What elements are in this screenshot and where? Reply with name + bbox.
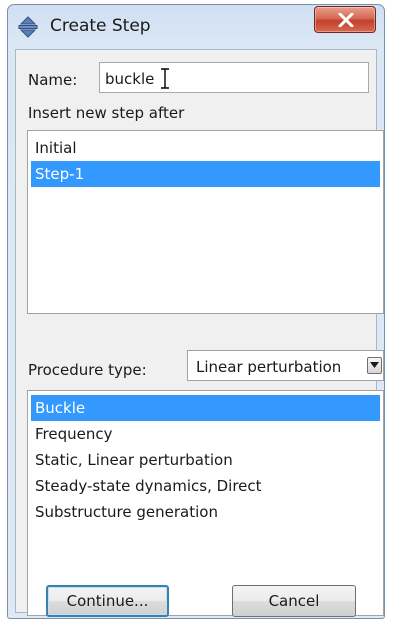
create-step-dialog: Create Step Name: buckle Insert new step…: [7, 4, 385, 619]
insert-after-label: Insert new step after: [28, 104, 185, 122]
dialog-title: Create Step: [50, 16, 151, 36]
dropdown-button[interactable]: [367, 357, 382, 374]
step-item-initial[interactable]: Initial: [31, 135, 380, 161]
create-step-icon: [17, 16, 39, 38]
name-input[interactable]: buckle: [99, 62, 369, 93]
cancel-button[interactable]: Cancel: [232, 585, 356, 617]
title-bar[interactable]: Create Step: [8, 5, 384, 49]
procedure-type-value: Linear perturbation: [196, 358, 342, 376]
procedure-item-buckle[interactable]: Buckle: [31, 395, 380, 421]
steps-listbox[interactable]: Initial Step-1: [27, 130, 384, 314]
procedure-type-label: Procedure type:: [28, 361, 147, 379]
procedure-item-static-linear[interactable]: Static, Linear perturbation: [31, 447, 380, 473]
name-input-value: buckle: [105, 70, 155, 88]
chevron-down-icon: [370, 362, 379, 368]
name-label: Name:: [28, 71, 78, 89]
text-cursor-icon: [161, 68, 169, 89]
procedure-listbox[interactable]: Buckle Frequency Static, Linear perturba…: [27, 390, 384, 616]
procedure-item-substructure[interactable]: Substructure generation: [31, 499, 380, 525]
dialog-body: Name: buckle Insert new step after Initi…: [15, 49, 384, 616]
procedure-type-select[interactable]: Linear perturbation: [187, 350, 384, 381]
close-button[interactable]: [314, 6, 376, 33]
continue-button[interactable]: Continue...: [46, 585, 169, 617]
close-icon: [338, 13, 354, 27]
step-item-step-1[interactable]: Step-1: [31, 161, 380, 187]
procedure-item-steady-state[interactable]: Steady-state dynamics, Direct: [31, 473, 380, 499]
procedure-item-frequency[interactable]: Frequency: [31, 421, 380, 447]
